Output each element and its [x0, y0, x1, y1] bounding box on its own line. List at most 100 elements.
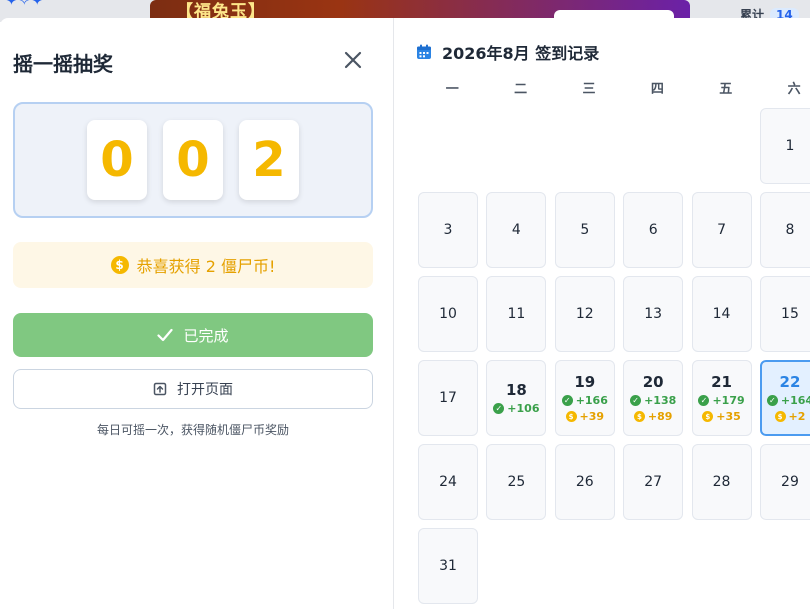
calendar-day[interactable]: 6 [623, 192, 684, 268]
calendar-day[interactable]: 21 ✓ +179 $ +35 [691, 360, 752, 436]
checkin-reward: ✓ +164 [766, 394, 810, 407]
day-number: 12 [575, 306, 594, 322]
close-button[interactable] [338, 45, 368, 75]
weekday-row: 一二三四五六 [418, 78, 810, 97]
weekday-label: 六 [787, 82, 801, 97]
day-number: 18 [505, 381, 527, 399]
calendar-empty-cell [692, 108, 752, 184]
calendar-empty-cell [555, 108, 615, 184]
day-number: 13 [644, 306, 663, 322]
calendar-empty-cell [486, 108, 546, 184]
checkin-reward: ✓ +166 [561, 394, 608, 407]
checkin-reward-value: +106 [507, 402, 540, 415]
calendar-day[interactable]: 28 [691, 444, 752, 520]
slot-digit: 2 [239, 120, 299, 200]
day-number: 21 [711, 373, 732, 391]
calendar-day[interactable]: 19 ✓ +166 $ +39 [554, 360, 615, 436]
lottery-dialog: 摇一摇抽奖 0 0 2 $ 恭喜获得 2 僵尸币! 已完成 打开页面 每日可摇一… [0, 18, 810, 609]
check-circle-icon: ✓ [698, 395, 710, 406]
day-number: 3 [443, 222, 453, 238]
calendar-day[interactable]: 24 [418, 444, 478, 520]
congrats-text: 恭喜获得 2 僵尸币! [136, 257, 276, 276]
calendar-day[interactable]: 31 [418, 528, 478, 604]
day-number: 28 [712, 474, 731, 490]
lottery-reward: $ +39 [565, 410, 605, 423]
checkin-reward-value: +166 [575, 394, 608, 407]
lottery-hint: 每日可摇一次，获得随机僵尸币奖励 [96, 423, 289, 437]
checkin-reward: ✓ +138 [630, 394, 676, 407]
calendar-empty-cell [623, 108, 683, 184]
coin-icon: $ [110, 256, 129, 274]
checkin-reward-value: +138 [644, 394, 677, 407]
slot-digit: 0 [163, 120, 223, 200]
day-number: 25 [507, 474, 526, 490]
day-number: 5 [580, 222, 590, 238]
weekday-label: 三 [582, 82, 596, 97]
calendar-grid: 1 3 4 5 6 7 8 10 11 12 13 14 15 17 18 ✓ +106 19 ✓ +166 $ +39 2… [418, 108, 810, 604]
calendar-day[interactable]: 17 [418, 360, 478, 436]
coin-icon: $ [702, 411, 714, 422]
calendar-day[interactable]: 26 [554, 444, 615, 520]
calendar-day[interactable]: 18 ✓ +106 [486, 360, 547, 436]
weekday-label: 二 [514, 82, 528, 97]
day-number: 4 [511, 222, 521, 238]
calendar-day[interactable]: 14 [691, 276, 752, 352]
lottery-reward-value: +39 [579, 410, 605, 423]
completed-button[interactable]: 已完成 [13, 313, 373, 357]
calendar-day[interactable]: 7 [691, 192, 752, 268]
weekday-label: 一 [445, 82, 459, 97]
calendar-day[interactable]: 15 [759, 276, 810, 352]
weekday-label: 五 [719, 82, 733, 97]
coin-icon: $ [633, 411, 645, 422]
open-external-icon [153, 382, 167, 396]
open-page-label: 打开页面 [177, 382, 233, 398]
slot-digit: 0 [87, 120, 147, 200]
calendar-day[interactable]: 3 [418, 192, 478, 268]
day-number: 29 [781, 474, 799, 490]
lottery-panel: 摇一摇抽奖 0 0 2 $ 恭喜获得 2 僵尸币! 已完成 打开页面 每日可摇一… [0, 18, 394, 609]
day-number: 17 [439, 390, 457, 406]
day-number: 8 [785, 222, 795, 238]
calendar-day-today[interactable]: 22 ✓ +164 $ +2 [759, 360, 810, 436]
lottery-reward: $ +2 [774, 410, 806, 423]
calendar-day[interactable]: 25 [486, 444, 547, 520]
day-number: 24 [439, 474, 457, 490]
lottery-reward-value: +2 [788, 410, 806, 423]
congrats-banner: $ 恭喜获得 2 僵尸币! [13, 242, 373, 288]
day-number: 27 [644, 474, 663, 490]
calendar-day[interactable]: 27 [623, 444, 684, 520]
calendar-day[interactable]: 8 [759, 192, 810, 268]
day-number: 15 [781, 306, 799, 322]
calendar-day[interactable]: 11 [486, 276, 547, 352]
calendar-day[interactable]: 5 [554, 192, 615, 268]
calendar-header: 2026年8月 签到记录 [416, 40, 599, 64]
calendar-empty-cell [418, 108, 478, 184]
day-number: 20 [642, 373, 664, 391]
calendar-day[interactable]: 13 [623, 276, 684, 352]
calendar-day[interactable]: 1 [759, 108, 810, 184]
check-circle-icon: ✓ [561, 395, 573, 406]
calendar-day[interactable]: 29 [759, 444, 810, 520]
lottery-reward-value: +89 [647, 410, 673, 423]
day-number: 22 [779, 373, 801, 391]
calendar-day[interactable]: 12 [554, 276, 615, 352]
close-icon [344, 51, 362, 69]
day-number: 26 [575, 474, 594, 490]
calendar-day[interactable]: 20 ✓ +138 $ +89 [623, 360, 684, 436]
check-icon [157, 328, 174, 342]
checkin-reward-value: +164 [780, 394, 810, 407]
completed-label: 已完成 [183, 326, 229, 345]
lottery-title: 摇一摇抽奖 [13, 52, 113, 76]
coin-icon: $ [774, 411, 786, 422]
open-page-button[interactable]: 打开页面 [13, 369, 373, 409]
calendar-day[interactable]: 10 [418, 276, 478, 352]
calendar-day[interactable]: 4 [486, 192, 547, 268]
day-number: 6 [648, 222, 658, 238]
check-circle-icon: ✓ [630, 395, 642, 406]
lottery-reward: $ +35 [702, 410, 741, 423]
coin-icon: $ [565, 411, 577, 422]
slot-digits: 0 0 2 [13, 102, 373, 218]
decoration-icon: ✦✧✦ [6, 0, 45, 9]
day-number: 19 [574, 373, 596, 391]
checkin-reward-value: +179 [712, 394, 745, 407]
